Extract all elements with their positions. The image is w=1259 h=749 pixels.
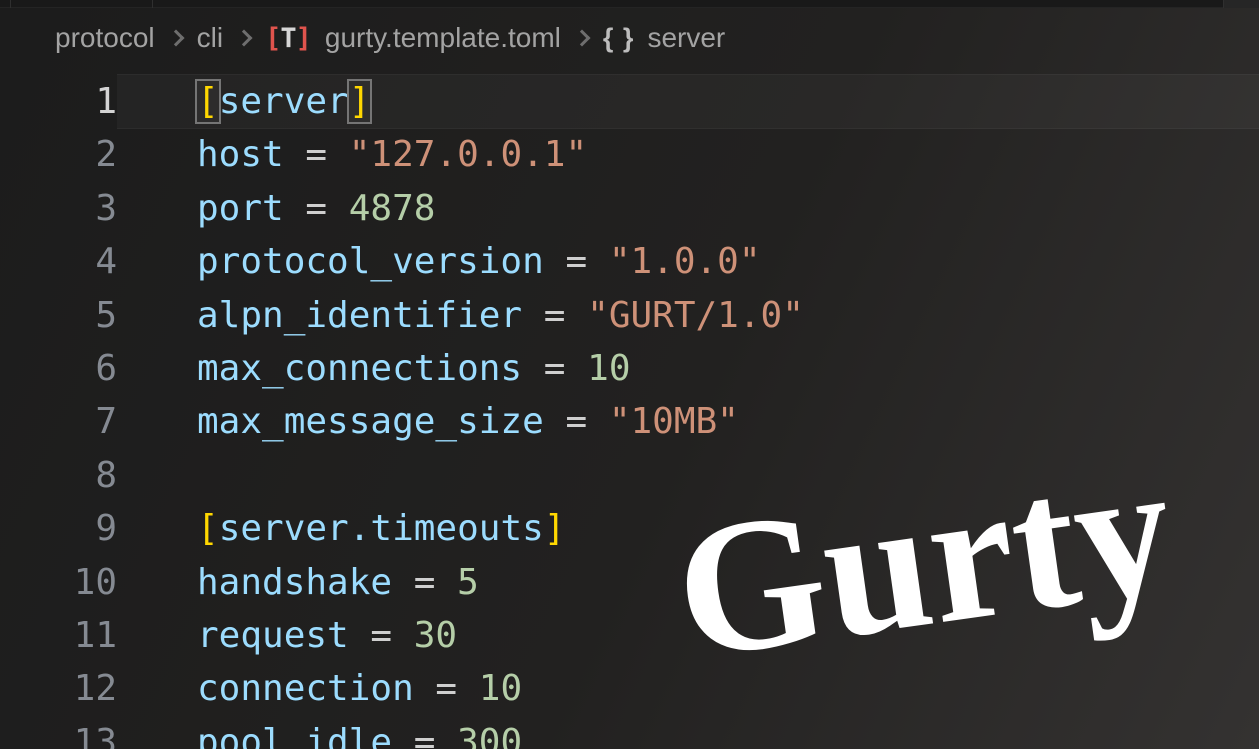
line-number[interactable]: 1 [0,75,117,128]
line-number[interactable]: 13 [0,716,117,749]
code-token: request [197,615,349,656]
code-line-content: alpn_identifier = "GURT/1.0" [117,289,1259,342]
code-token: 30 [414,615,457,656]
code-line[interactable]: 6max_connections = 10 [0,342,1259,395]
code-token: = [522,295,587,336]
code-token: = [392,562,457,603]
code-token: max_message_size [197,401,544,442]
line-number[interactable]: 6 [0,342,117,395]
line-number[interactable]: 8 [0,449,117,502]
code-token: = [349,615,414,656]
breadcrumb-item-gurty.template.toml[interactable]: gurty.template.toml [325,22,561,54]
code-token: = [284,188,349,229]
code-token: alpn_identifier [197,295,522,336]
line-number[interactable]: 11 [0,609,117,662]
code-line[interactable]: 13pool_idle = 300 [0,716,1259,749]
tab-bar-right-segment [1224,0,1259,8]
line-number[interactable]: 7 [0,395,117,448]
code-token: = [284,134,349,175]
code-token: 10 [479,668,522,709]
line-number[interactable]: 4 [0,235,117,288]
code-line[interactable]: 12connection = 10 [0,662,1259,715]
code-line[interactable]: 2host = "127.0.0.1" [0,128,1259,181]
line-number[interactable]: 2 [0,128,117,181]
code-token: connection [197,668,414,709]
code-token: protocol_version [197,241,544,282]
line-number[interactable]: 12 [0,662,117,715]
code-token: = [544,401,609,442]
code-line-content: max_connections = 10 [117,342,1259,395]
code-token: [ [197,508,219,549]
code-line-content: [server.timeouts] [117,502,1259,555]
code-token: port [197,188,284,229]
code-line[interactable]: 7max_message_size = "10MB" [0,395,1259,448]
code-line[interactable]: 1[server] [0,75,1259,128]
code-line-content: port = 4878 [117,182,1259,235]
code-token: ] [349,81,371,122]
toml-file-icon: [T] [265,23,310,54]
code-token: "10MB" [609,401,739,442]
code-token: = [414,668,479,709]
code-line[interactable]: 11request = 30 [0,609,1259,662]
code-token: "GURT/1.0" [587,295,804,336]
chevron-right-icon [167,30,184,47]
code-line-content: max_message_size = "10MB" [117,395,1259,448]
code-token: max_connections [197,348,522,389]
code-token: host [197,134,284,175]
code-token: [ [197,81,219,122]
code-line[interactable]: 9[server.timeouts] [0,502,1259,555]
chevron-right-icon [236,30,253,47]
line-number[interactable]: 9 [0,502,117,555]
code-token: 10 [587,348,630,389]
code-line[interactable]: 8 [0,449,1259,502]
code-token: "127.0.0.1" [349,134,587,175]
code-token: 4878 [349,188,436,229]
line-number[interactable]: 5 [0,289,117,342]
code-token: server [219,81,349,122]
line-number[interactable]: 3 [0,182,117,235]
tab-bar-edge [0,0,1259,8]
code-line-content: pool_idle = 300 [117,716,1259,749]
breadcrumb-item-protocol[interactable]: protocol [55,22,155,54]
code-line-content [117,449,1259,502]
code-token: 5 [457,562,479,603]
code-token: handshake [197,562,392,603]
tab-divider [10,0,11,8]
breadcrumb-item-cli[interactable]: cli [197,22,223,54]
code-token: = [544,241,609,282]
code-line-content: protocol_version = "1.0.0" [117,235,1259,288]
breadcrumb-item-server[interactable]: server [647,22,725,54]
code-token: ] [544,508,566,549]
code-token: = [392,722,457,749]
code-line-content: [server] [117,75,1259,128]
tab-divider [152,0,153,8]
code-line-content: connection = 10 [117,662,1259,715]
code-line-content: host = "127.0.0.1" [117,128,1259,181]
code-line[interactable]: 3port = 4878 [0,182,1259,235]
code-line[interactable]: 5alpn_identifier = "GURT/1.0" [0,289,1259,342]
code-token: server.timeouts [219,508,544,549]
code-editor[interactable]: 1[server]2host = "127.0.0.1"3port = 4878… [0,75,1259,749]
tab-divider [1223,0,1224,8]
code-token: = [522,348,587,389]
line-number[interactable]: 10 [0,556,117,609]
code-line[interactable]: 4protocol_version = "1.0.0" [0,235,1259,288]
code-token: 300 [457,722,522,749]
code-line-content: handshake = 5 [117,556,1259,609]
code-line-content: request = 30 [117,609,1259,662]
code-line[interactable]: 10handshake = 5 [0,556,1259,609]
breadcrumb: protocol cli [T] gurty.template.toml { } serv… [0,8,1259,68]
code-token: "1.0.0" [609,241,761,282]
code-token: pool_idle [197,722,392,749]
chevron-right-icon [573,30,590,47]
braces-icon: { } [603,23,635,54]
